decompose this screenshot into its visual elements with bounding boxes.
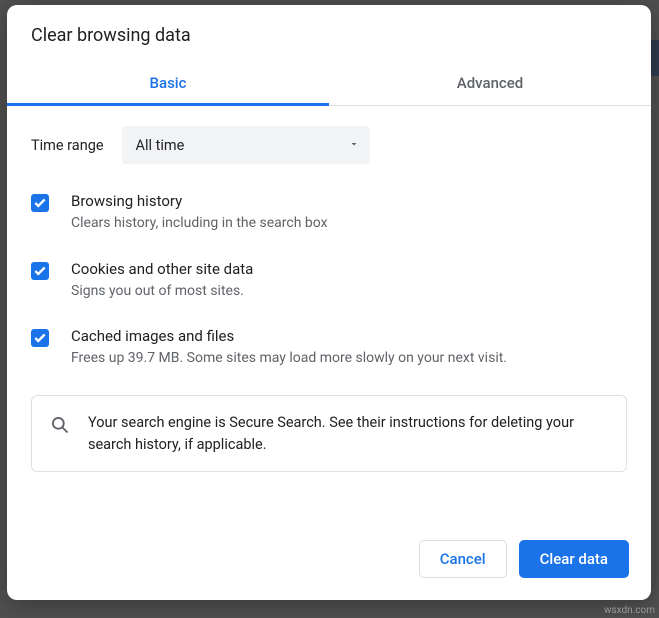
option-browsing-history: Browsing history Clears history, includi…	[31, 192, 627, 234]
chevron-down-icon	[348, 137, 360, 154]
clear-data-button[interactable]: Clear data	[519, 540, 629, 578]
checkbox-cache[interactable]	[31, 329, 49, 347]
time-range-row: Time range All time	[31, 126, 627, 164]
option-subtitle: Signs you out of most sites.	[71, 282, 627, 302]
option-title: Browsing history	[71, 192, 627, 210]
tab-advanced[interactable]: Advanced	[329, 64, 651, 105]
option-title: Cookies and other site data	[71, 260, 627, 278]
checkbox-cookies[interactable]	[31, 262, 49, 280]
option-cookies: Cookies and other site data Signs you ou…	[31, 260, 627, 302]
time-range-label: Time range	[31, 137, 104, 154]
option-subtitle: Clears history, including in the search …	[71, 214, 627, 234]
search-icon	[50, 415, 70, 439]
cancel-button[interactable]: Cancel	[419, 540, 507, 578]
dialog-tabs: Basic Advanced	[7, 64, 651, 106]
tab-basic[interactable]: Basic	[7, 64, 329, 105]
time-range-value: All time	[136, 137, 348, 154]
watermark: wsxdn.com	[604, 605, 655, 616]
search-engine-info: Your search engine is Secure Search. See…	[31, 395, 627, 473]
info-text: Your search engine is Secure Search. See…	[88, 412, 608, 456]
dialog-content: Time range All time Browsing history Cle…	[7, 106, 651, 522]
clear-browsing-data-dialog: Clear browsing data Basic Advanced Time …	[7, 5, 651, 600]
dialog-footer: Cancel Clear data	[7, 522, 651, 600]
time-range-select[interactable]: All time	[122, 126, 370, 164]
option-cache: Cached images and files Frees up 39.7 MB…	[31, 327, 627, 369]
option-subtitle: Frees up 39.7 MB. Some sites may load mo…	[71, 349, 627, 369]
checkbox-browsing-history[interactable]	[31, 194, 49, 212]
dialog-title: Clear browsing data	[7, 5, 651, 64]
option-title: Cached images and files	[71, 327, 627, 345]
